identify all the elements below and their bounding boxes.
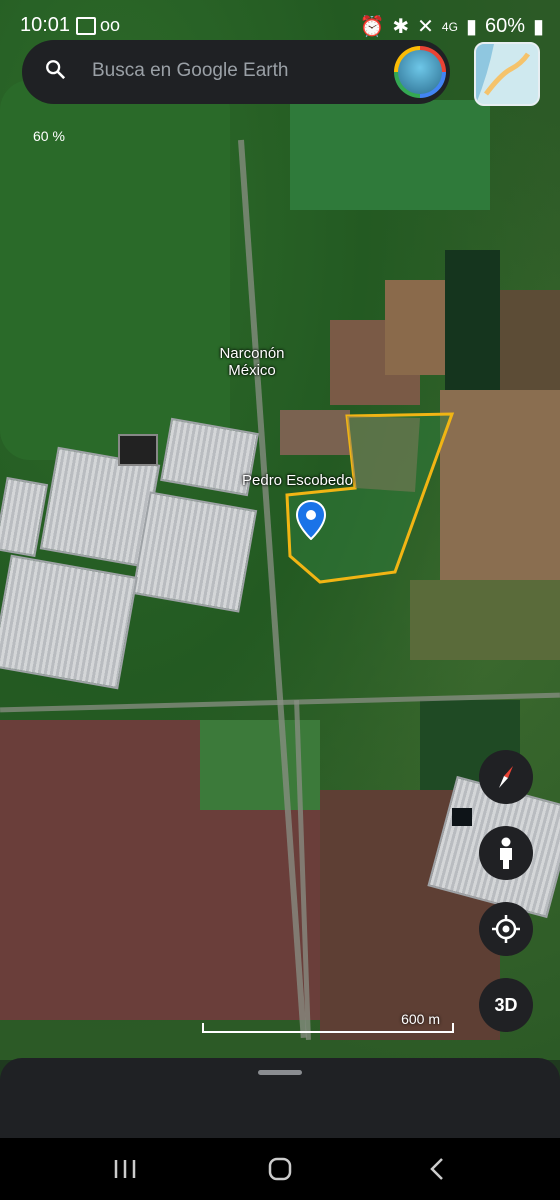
gallery-icon [76,17,96,35]
3d-toggle-label: 3D [494,994,518,1015]
search-icon[interactable] [44,58,66,80]
voicemail-icon: oo [100,15,121,35]
home-icon[interactable] [265,1156,295,1182]
compass-button[interactable] [479,750,533,804]
back-icon[interactable] [422,1156,452,1182]
mute-icon: ✕ [417,16,434,38]
pegman-icon [500,837,512,869]
sheet-drag-handle[interactable] [258,1070,302,1075]
search-bar[interactable]: Busca en Google Earth [22,40,450,104]
scale-label: 600 m [401,1011,440,1027]
battery-icon: ▮ [532,16,544,38]
signal-icon: ▮ [465,16,477,38]
bluetooth-icon: ✱ [392,16,410,38]
search-input[interactable]: Busca en Google Earth [92,60,288,82]
avatar[interactable] [394,46,446,98]
battery-percent: 60% [484,15,525,37]
parcel-outline [285,412,455,584]
map-type-thumbnail[interactable] [474,42,540,106]
place-label-narconon[interactable]: Narconón México [212,345,292,379]
3d-toggle-button[interactable]: 3D [479,978,533,1032]
my-location-icon [492,915,520,943]
network-type-label: 4G [441,19,458,34]
map-view[interactable]: Narconón México Pedro Escobedo [0,0,560,1060]
my-location-button[interactable] [479,902,533,956]
system-nav-bar [0,1138,560,1200]
recents-icon[interactable] [110,1156,140,1182]
location-pin-icon[interactable] [296,500,326,540]
place-label-pedro-escobedo[interactable]: Pedro Escobedo [242,472,353,489]
alarm-icon: ⏰ [359,16,385,38]
avatar-image [398,50,442,94]
map-thumbnail-icon [476,44,531,104]
status-time: 10:01 [20,14,71,36]
tilt-indicator: 60 % [33,128,65,144]
scale-bar: 600 m [202,1011,454,1033]
pegman-button[interactable] [479,826,533,880]
bottom-sheet[interactable] [0,1058,560,1138]
compass-icon [499,766,513,788]
